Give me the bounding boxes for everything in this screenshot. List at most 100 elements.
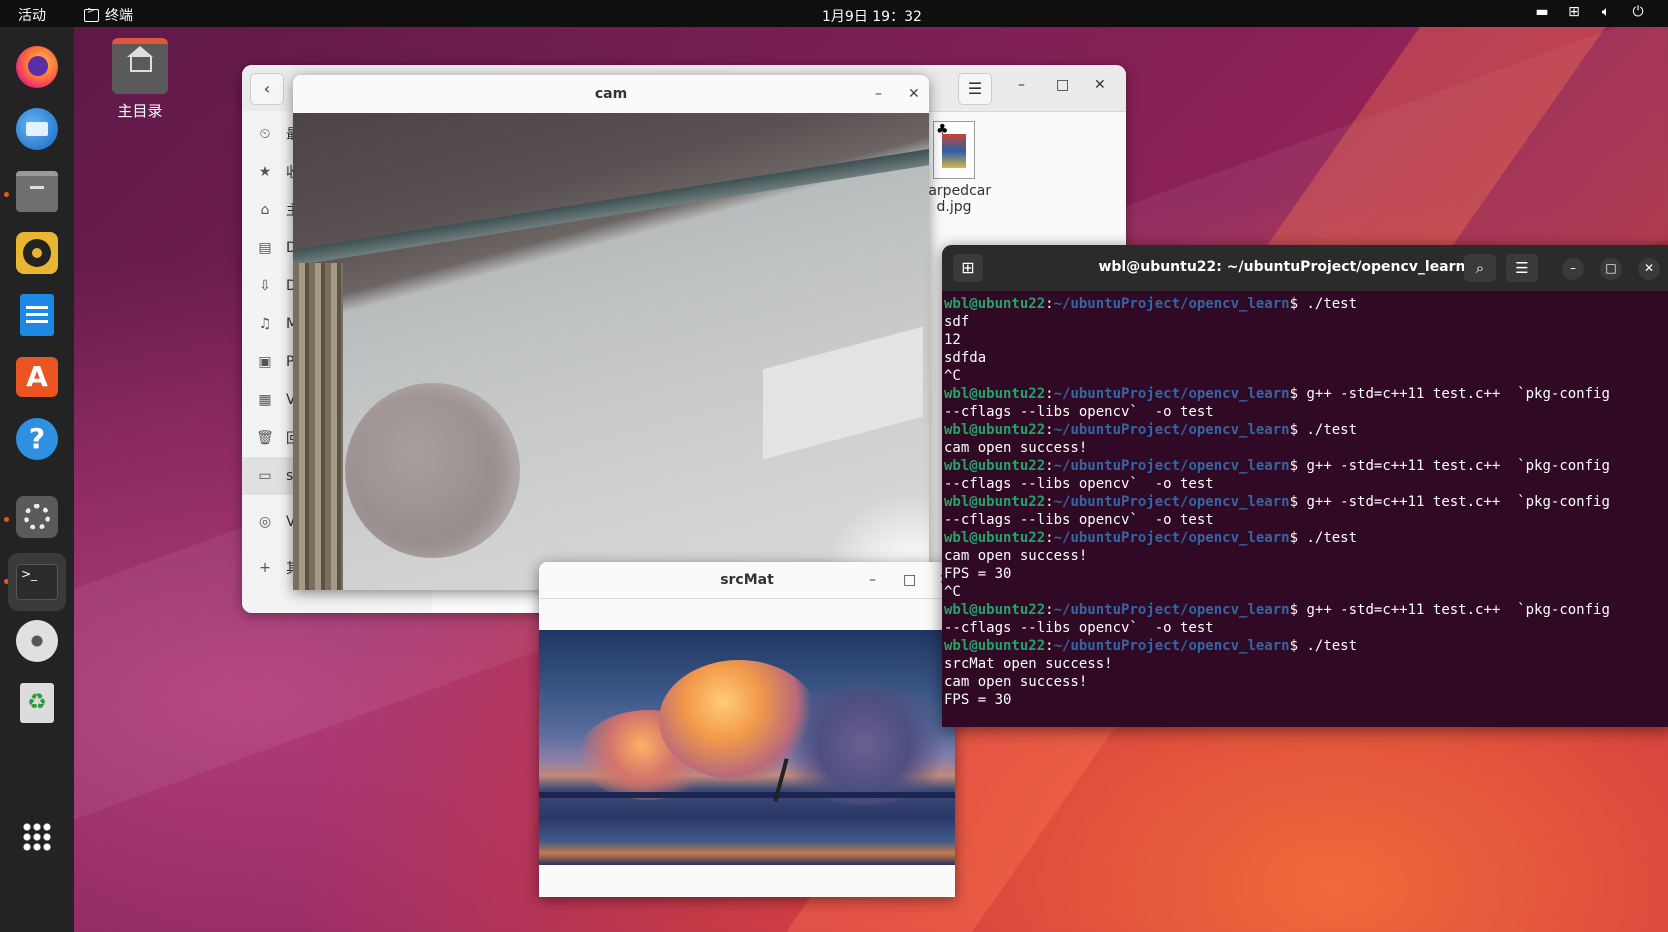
- home-icon: ⌂: [260, 202, 270, 218]
- minimize-button[interactable]: –: [1562, 258, 1584, 280]
- terminal-output-line: sdf: [944, 314, 970, 330]
- terminal-window[interactable]: ⊞ wbl@ubuntu22: ~/ubuntuProject/opencv_l…: [942, 245, 1668, 727]
- top-bar: 活动 终端 1月9日 19：32 ▬ ⊞ 🔈︎ ⏻: [0, 0, 1668, 27]
- download-icon: ⇩: [259, 278, 271, 294]
- minimize-button[interactable]: –: [869, 562, 876, 598]
- prompt-user: wbl@ubuntu22: [944, 602, 1046, 618]
- maximize-button[interactable]: □: [1600, 258, 1622, 280]
- keyboard-icon[interactable]: ▬: [1534, 4, 1550, 20]
- terminal-output[interactable]: wbl@ubuntu22:~/ubuntuProject/opencv_lear…: [944, 295, 1668, 709]
- source-image: [539, 630, 955, 865]
- terminal-output-line: 12: [944, 332, 961, 348]
- app-menu[interactable]: 终端: [84, 5, 133, 25]
- activities-button[interactable]: 活动: [18, 5, 46, 25]
- close-button[interactable]: ✕: [908, 75, 920, 113]
- terminal-output-line: --cflags --libs opencv` -o test: [944, 404, 1214, 420]
- maximize-button[interactable]: □: [1056, 77, 1069, 93]
- prompt-user: wbl@ubuntu22: [944, 422, 1046, 438]
- camera-frame: [293, 113, 929, 590]
- dock-show-apps[interactable]: [11, 811, 63, 863]
- minimize-button[interactable]: –: [1018, 77, 1025, 93]
- srcmat-titlebar[interactable]: srcMat – □ ✕: [539, 562, 955, 599]
- back-button[interactable]: ‹: [250, 73, 284, 105]
- thunderbird-icon: [16, 108, 58, 150]
- dock-settings[interactable]: [11, 491, 63, 543]
- terminal-output-line: srcMat open success!: [944, 656, 1113, 672]
- terminal-output-line: ^C: [944, 584, 961, 600]
- dock-trash[interactable]: ♻: [11, 677, 63, 729]
- firefox-icon: [16, 46, 58, 88]
- system-tray[interactable]: ▬ ⊞ 🔈︎ ⏻: [1534, 4, 1646, 20]
- terminal-menu-button[interactable]: ☰: [1506, 254, 1538, 282]
- prompt-user: wbl@ubuntu22: [944, 530, 1046, 546]
- terminal-command-line: wbl@ubuntu22:~/ubuntuProject/opencv_lear…: [944, 638, 1358, 654]
- dock-terminal[interactable]: >_: [8, 553, 66, 611]
- dock-help[interactable]: ?: [11, 413, 63, 465]
- home-folder-icon: [112, 38, 168, 94]
- desktop-home-icon[interactable]: 主目录: [108, 38, 172, 121]
- terminal-header[interactable]: ⊞ wbl@ubuntu22: ~/ubuntuProject/opencv_l…: [942, 245, 1668, 291]
- window-title: cam: [594, 86, 628, 102]
- prompt-user: wbl@ubuntu22: [944, 458, 1046, 474]
- prompt-path: ~/ubuntuProject/opencv_learn: [1053, 602, 1290, 618]
- new-tab-button[interactable]: ⊞: [953, 254, 983, 282]
- volume-icon[interactable]: 🔈︎: [1598, 4, 1614, 20]
- show-apps-icon: [22, 822, 52, 852]
- window-title: srcMat: [720, 572, 774, 588]
- prompt-path: ~/ubuntuProject/opencv_learn: [1053, 494, 1290, 510]
- dock: A ? >_ ♻: [0, 27, 74, 932]
- dock-disc[interactable]: [11, 615, 63, 667]
- terminal-output-line: --cflags --libs opencv` -o test: [944, 476, 1214, 492]
- clock[interactable]: 1月9日 19：32: [822, 6, 922, 26]
- dock-firefox[interactable]: [11, 41, 63, 93]
- dock-app-center[interactable]: A: [11, 351, 63, 403]
- cam-window[interactable]: cam – ✕: [293, 75, 929, 590]
- rhythmbox-icon: [16, 232, 58, 274]
- image-thumbnail: [933, 121, 975, 179]
- dock-thunderbird[interactable]: [11, 103, 63, 155]
- music-icon: ♫: [258, 316, 272, 332]
- srcmat-window[interactable]: srcMat – □ ✕: [539, 562, 955, 897]
- terminal-output-line: --cflags --libs opencv` -o test: [944, 620, 1214, 636]
- terminal-command-line: wbl@ubuntu22:~/ubuntuProject/opencv_lear…: [944, 422, 1358, 438]
- document-icon: ▤: [258, 240, 272, 256]
- files-menu-button[interactable]: ☰: [958, 73, 992, 105]
- search-button[interactable]: ⌕: [1464, 254, 1496, 282]
- disc-icon: [16, 620, 58, 662]
- prompt-path: ~/ubuntuProject/opencv_learn: [1053, 296, 1290, 312]
- dock-files[interactable]: [11, 165, 63, 217]
- minimize-button[interactable]: –: [875, 75, 882, 113]
- home-label: 主目录: [117, 102, 163, 120]
- prompt-path: ~/ubuntuProject/opencv_learn: [1053, 458, 1290, 474]
- terminal-command-line: wbl@ubuntu22:~/ubuntuProject/opencv_lear…: [944, 386, 1610, 402]
- drive-icon: ▭: [258, 468, 272, 484]
- writer-icon: [20, 294, 54, 336]
- app-menu-label: 终端: [105, 8, 133, 24]
- terminal-output-line: cam open success!: [944, 440, 1088, 456]
- terminal-command-line: wbl@ubuntu22:~/ubuntuProject/opencv_lear…: [944, 530, 1358, 546]
- cam-titlebar[interactable]: cam – ✕: [293, 75, 929, 114]
- app-center-icon: A: [16, 357, 58, 397]
- prompt-user: wbl@ubuntu22: [944, 494, 1046, 510]
- help-icon: ?: [16, 418, 58, 460]
- plus-icon: +: [259, 560, 271, 576]
- prompt-user: wbl@ubuntu22: [944, 638, 1046, 654]
- prompt-path: ~/ubuntuProject/opencv_learn: [1053, 422, 1290, 438]
- dock-writer[interactable]: [11, 289, 63, 341]
- trash-icon: ♻: [20, 683, 54, 723]
- terminal-command-line: wbl@ubuntu22:~/ubuntuProject/opencv_lear…: [944, 296, 1358, 312]
- video-icon: ▦: [258, 392, 272, 408]
- close-button[interactable]: ✕: [1094, 77, 1106, 93]
- clock-icon: ⏲: [259, 126, 271, 142]
- dock-rhythmbox[interactable]: [11, 227, 63, 279]
- terminal-output-line: cam open success!: [944, 674, 1088, 690]
- terminal-title: wbl@ubuntu22: ~/ubuntuProject/opencv_lea…: [1098, 259, 1466, 275]
- close-button[interactable]: ✕: [1638, 258, 1660, 280]
- terminal-output-line: sdfda: [944, 350, 987, 366]
- network-icon[interactable]: ⊞: [1566, 4, 1582, 20]
- maximize-button[interactable]: □: [903, 562, 916, 598]
- picture-icon: ▣: [258, 354, 272, 370]
- power-icon[interactable]: ⏻: [1630, 4, 1646, 20]
- prompt-path: ~/ubuntuProject/opencv_learn: [1053, 386, 1290, 402]
- terminal-output-line: cam open success!: [944, 548, 1088, 564]
